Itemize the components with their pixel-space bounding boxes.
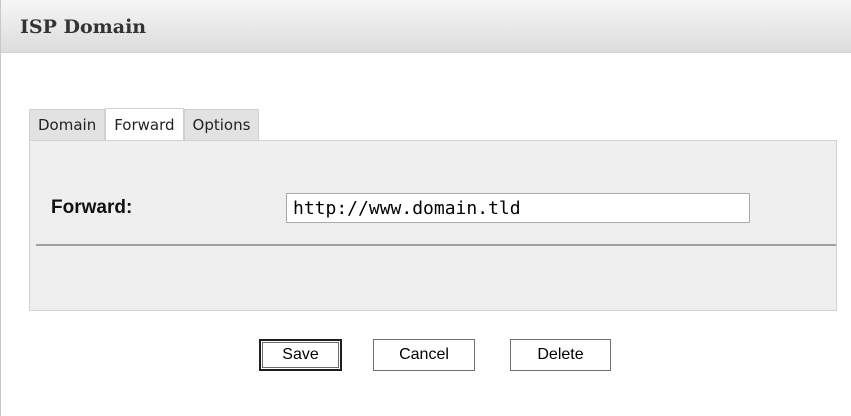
button-bar: Save Cancel Delete <box>1 339 851 372</box>
divider <box>36 244 836 246</box>
tab-content: Forward: <box>29 140 837 311</box>
tab-forward[interactable]: Forward <box>105 108 184 140</box>
page-title: ISP Domain <box>20 16 147 38</box>
forward-input[interactable] <box>286 193 750 223</box>
forward-label: Forward: <box>51 197 133 218</box>
tab-options[interactable]: Options <box>183 109 260 140</box>
cancel-button[interactable]: Cancel <box>373 339 475 371</box>
save-button[interactable]: Save <box>259 339 342 371</box>
isp-domain-panel: ISP Domain Domain Forward Options Forwar… <box>0 0 851 416</box>
panel-header: ISP Domain <box>1 0 851 53</box>
tab-bar: Domain Forward Options <box>29 108 260 140</box>
delete-button[interactable]: Delete <box>510 339 611 371</box>
tab-domain[interactable]: Domain <box>29 109 106 140</box>
